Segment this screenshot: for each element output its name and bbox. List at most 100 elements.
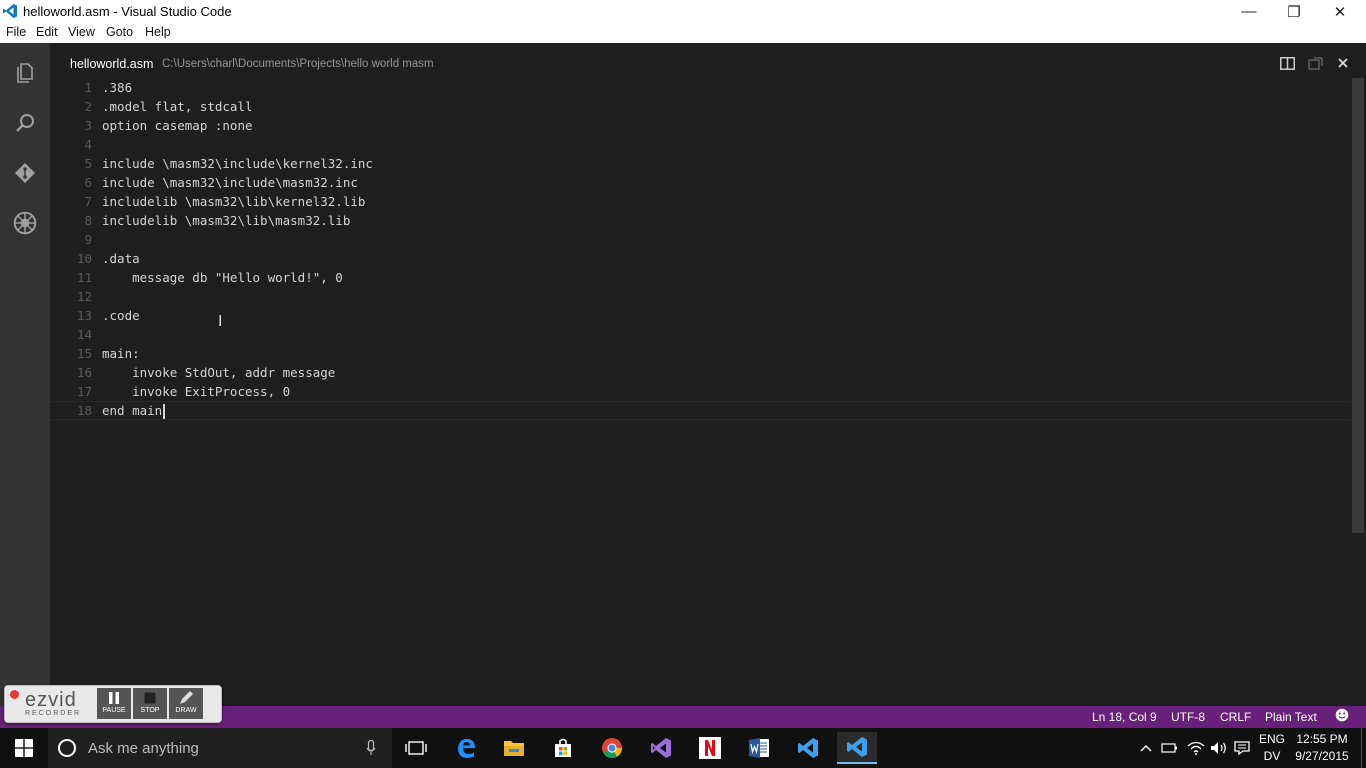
- line-number: 5: [84, 156, 92, 171]
- chevron-up-icon[interactable]: [1138, 728, 1154, 768]
- cortana-icon: [58, 739, 76, 757]
- line-number: 3: [84, 118, 92, 133]
- line-text[interactable]: .model flat, stdcall: [102, 97, 253, 116]
- git-icon[interactable]: [11, 159, 39, 187]
- line-text[interactable]: include \masm32\include\kernel32.inc: [102, 154, 373, 173]
- code-line[interactable]: 14: [50, 325, 1350, 344]
- line-text[interactable]: invoke StdOut, addr message: [102, 363, 335, 382]
- netflix-icon[interactable]: [690, 732, 730, 764]
- code-line[interactable]: 9: [50, 230, 1350, 249]
- split-editor-icon[interactable]: [1278, 54, 1296, 72]
- draw-button[interactable]: DRAW: [169, 688, 203, 719]
- search-icon[interactable]: [11, 109, 39, 137]
- menu-file[interactable]: File: [6, 25, 26, 39]
- restore-button[interactable]: ❐: [1271, 0, 1317, 23]
- line-text[interactable]: include \masm32\include\masm32.inc: [102, 173, 358, 192]
- battery-plug-icon[interactable]: [1160, 728, 1180, 768]
- code-line[interactable]: 15 main:: [50, 344, 1350, 363]
- menu-goto[interactable]: Goto: [106, 25, 133, 39]
- search-placeholder: Ask me anything: [88, 740, 199, 757]
- line-text[interactable]: message db "Hello world!", 0: [102, 268, 343, 287]
- lang-line2: DV: [1263, 749, 1281, 763]
- line-number: 6: [84, 175, 92, 190]
- code-line[interactable]: 10 .data: [50, 249, 1350, 268]
- line-text[interactable]: main:: [102, 344, 140, 363]
- recording-dot-icon: [10, 690, 19, 699]
- line-text[interactable]: invoke ExitProcess, 0: [102, 382, 290, 401]
- line-text[interactable]: includelib \masm32\lib\kernel32.lib: [102, 192, 365, 211]
- encoding-indicator[interactable]: UTF-8: [1171, 710, 1205, 724]
- word-icon[interactable]: [739, 732, 779, 764]
- file-explorer-icon[interactable]: [494, 732, 534, 764]
- line-number: 14: [76, 327, 92, 342]
- chrome-icon[interactable]: [592, 732, 632, 764]
- code-line[interactable]: 17 invoke ExitProcess, 0: [50, 382, 1350, 401]
- pencil-icon: [169, 688, 203, 707]
- code-line[interactable]: 6 include \masm32\include\masm32.inc: [50, 173, 1350, 192]
- editor-filename[interactable]: helloworld.asm: [70, 57, 153, 71]
- system-clock[interactable]: 12:55 PM 9/27/2015: [1290, 731, 1354, 765]
- draw-label: DRAW: [175, 707, 197, 714]
- code-lines[interactable]: 1 .386 2 .model flat, stdcall 3 option casema…: [50, 78, 1350, 420]
- pause-button[interactable]: PAUSE: [97, 688, 131, 719]
- title-bar: helloworld.asm - Visual Studio Code — ❐ …: [0, 0, 1366, 23]
- minimize-button[interactable]: —: [1226, 0, 1272, 23]
- editor-area[interactable]: helloworld.asm C:\Users\charl\Documents\…: [50, 43, 1366, 706]
- code-line[interactable]: 7 includelib \masm32\lib\kernel32.lib: [50, 192, 1350, 211]
- close-window-button[interactable]: ✕: [1317, 0, 1363, 23]
- clock-date: 9/27/2015: [1295, 749, 1349, 763]
- code-line[interactable]: 2 .model flat, stdcall: [50, 97, 1350, 116]
- task-view-icon[interactable]: [396, 732, 436, 764]
- language-mode[interactable]: Plain Text: [1265, 710, 1317, 724]
- line-number: 13: [76, 308, 92, 323]
- edge-icon[interactable]: [446, 732, 486, 764]
- menu-edit[interactable]: Edit: [36, 25, 58, 39]
- microphone-icon[interactable]: [366, 740, 376, 756]
- line-number: 8: [84, 213, 92, 228]
- close-editor-icon[interactable]: [1334, 54, 1352, 72]
- action-center-icon[interactable]: [1232, 728, 1252, 768]
- start-button[interactable]: [0, 728, 48, 768]
- line-number: 17: [76, 384, 92, 399]
- explorer-icon[interactable]: [11, 59, 39, 87]
- show-desktop-button[interactable]: [1361, 728, 1366, 768]
- cortana-search-box[interactable]: Ask me anything: [48, 728, 392, 768]
- code-line[interactable]: 5 include \masm32\include\kernel32.inc: [50, 154, 1350, 173]
- line-text[interactable]: end main: [102, 402, 165, 419]
- code-line[interactable]: 3 option casemap :none: [50, 116, 1350, 135]
- visual-studio-icon[interactable]: [641, 732, 681, 764]
- line-text[interactable]: includelib \masm32\lib\masm32.lib: [102, 211, 350, 230]
- volume-icon[interactable]: [1209, 728, 1229, 768]
- menu-view[interactable]: View: [68, 25, 95, 39]
- taskbar: Ask me anything ENG DV 12:55 PM 9/27/201…: [0, 728, 1366, 768]
- input-language-indicator[interactable]: ENG DV: [1258, 731, 1286, 765]
- menu-help[interactable]: Help: [145, 25, 171, 39]
- code-line[interactable]: 11 message db "Hello world!", 0: [50, 268, 1350, 287]
- editor-file-path: C:\Users\charl\Documents\Projects\hello …: [162, 58, 434, 70]
- code-line[interactable]: 18 end main: [50, 401, 1350, 420]
- code-line[interactable]: 1 .386: [50, 78, 1350, 97]
- editor-scrollbar[interactable]: [1352, 78, 1364, 533]
- store-icon[interactable]: [543, 732, 583, 764]
- line-text[interactable]: .data: [102, 249, 140, 268]
- stop-button[interactable]: STOP: [133, 688, 167, 719]
- vscode-active-taskbar-icon[interactable]: [837, 732, 877, 764]
- code-line[interactable]: 16 invoke StdOut, addr message: [50, 363, 1350, 382]
- line-text[interactable]: option casemap :none: [102, 116, 253, 135]
- eol-indicator[interactable]: CRLF: [1220, 710, 1251, 724]
- line-text[interactable]: .code: [102, 306, 140, 325]
- code-line[interactable]: 4: [50, 135, 1350, 154]
- activity-bar: [0, 43, 50, 706]
- feedback-smiley-icon[interactable]: [1335, 708, 1349, 725]
- window-title: helloworld.asm - Visual Studio Code: [23, 4, 232, 19]
- cursor-position[interactable]: Ln 18, Col 9: [1092, 710, 1157, 724]
- vscode-taskbar-icon[interactable]: [788, 732, 828, 764]
- code-line[interactable]: 8 includelib \masm32\lib\masm32.lib: [50, 211, 1350, 230]
- text-caret: [163, 404, 165, 419]
- code-line[interactable]: 12: [50, 287, 1350, 306]
- open-changes-icon[interactable]: [1306, 54, 1324, 72]
- line-text[interactable]: .386: [102, 78, 132, 97]
- wifi-icon[interactable]: [1186, 728, 1206, 768]
- debug-icon[interactable]: [11, 209, 39, 237]
- code-line[interactable]: 13 .code: [50, 306, 1350, 325]
